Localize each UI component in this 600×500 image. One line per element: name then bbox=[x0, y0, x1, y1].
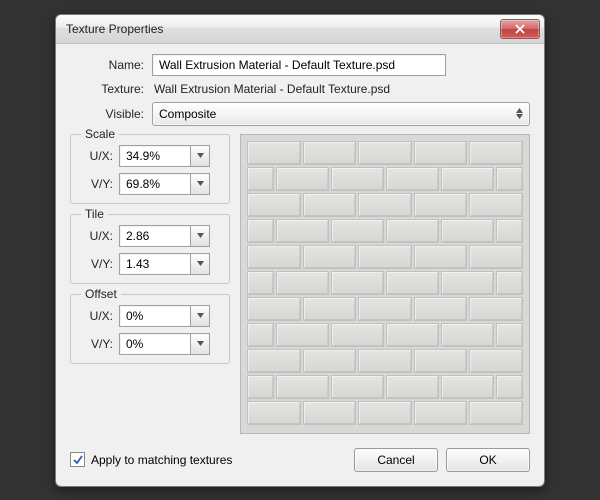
chevron-down-icon bbox=[197, 233, 204, 238]
tile-ux-stepper[interactable] bbox=[190, 225, 210, 247]
apply-matching-label: Apply to matching textures bbox=[91, 453, 232, 467]
tile-group: Tile U/X: V/Y: bbox=[70, 214, 230, 284]
offset-vy-label: V/Y: bbox=[81, 337, 119, 351]
texture-value: Wall Extrusion Material - Default Textur… bbox=[152, 82, 390, 96]
offset-group: Offset U/X: V/Y: bbox=[70, 294, 230, 364]
visible-select[interactable]: Composite bbox=[152, 102, 530, 126]
scale-vy-label: V/Y: bbox=[81, 177, 119, 191]
titlebar[interactable]: Texture Properties bbox=[56, 15, 544, 44]
dialog-body: Name: Texture: Wall Extrusion Material -… bbox=[56, 44, 544, 486]
texture-preview bbox=[240, 134, 530, 434]
tile-ux-input[interactable] bbox=[119, 225, 190, 247]
brick-pattern bbox=[247, 141, 523, 427]
scale-vy-stepper[interactable] bbox=[190, 173, 210, 195]
name-label: Name: bbox=[70, 58, 152, 72]
texture-label: Texture: bbox=[70, 82, 152, 96]
offset-ux-stepper[interactable] bbox=[190, 305, 210, 327]
chevron-down-icon bbox=[197, 153, 204, 158]
apply-matching-checkbox[interactable]: Apply to matching textures bbox=[70, 452, 232, 467]
visible-label: Visible: bbox=[70, 107, 152, 121]
tile-vy-stepper[interactable] bbox=[190, 253, 210, 275]
offset-vy-stepper[interactable] bbox=[190, 333, 210, 355]
offset-vy-input[interactable] bbox=[119, 333, 190, 355]
scale-title: Scale bbox=[81, 127, 119, 141]
chevron-down-icon bbox=[197, 261, 204, 266]
ok-button[interactable]: OK bbox=[446, 448, 530, 472]
texture-properties-dialog: Texture Properties Name: Texture: Wall E… bbox=[55, 14, 545, 487]
offset-ux-input[interactable] bbox=[119, 305, 190, 327]
tile-ux-label: U/X: bbox=[81, 229, 119, 243]
scale-group: Scale U/X: V/Y: bbox=[70, 134, 230, 204]
scale-ux-input[interactable] bbox=[119, 145, 190, 167]
tile-title: Tile bbox=[81, 207, 108, 221]
cancel-button[interactable]: Cancel bbox=[354, 448, 438, 472]
offset-ux-label: U/X: bbox=[81, 309, 119, 323]
close-button[interactable] bbox=[500, 19, 540, 39]
checkbox-icon bbox=[70, 452, 85, 467]
tile-vy-input[interactable] bbox=[119, 253, 190, 275]
tile-vy-label: V/Y: bbox=[81, 257, 119, 271]
offset-title: Offset bbox=[81, 287, 121, 301]
close-icon bbox=[515, 24, 525, 34]
scale-ux-stepper[interactable] bbox=[190, 145, 210, 167]
visible-value: Composite bbox=[159, 107, 216, 121]
scale-vy-input[interactable] bbox=[119, 173, 190, 195]
scale-ux-label: U/X: bbox=[81, 149, 119, 163]
chevron-down-icon bbox=[197, 181, 204, 186]
updown-icon bbox=[516, 108, 523, 119]
name-input[interactable] bbox=[152, 54, 446, 76]
chevron-down-icon bbox=[197, 313, 204, 318]
window-title: Texture Properties bbox=[66, 22, 163, 36]
chevron-down-icon bbox=[197, 341, 204, 346]
